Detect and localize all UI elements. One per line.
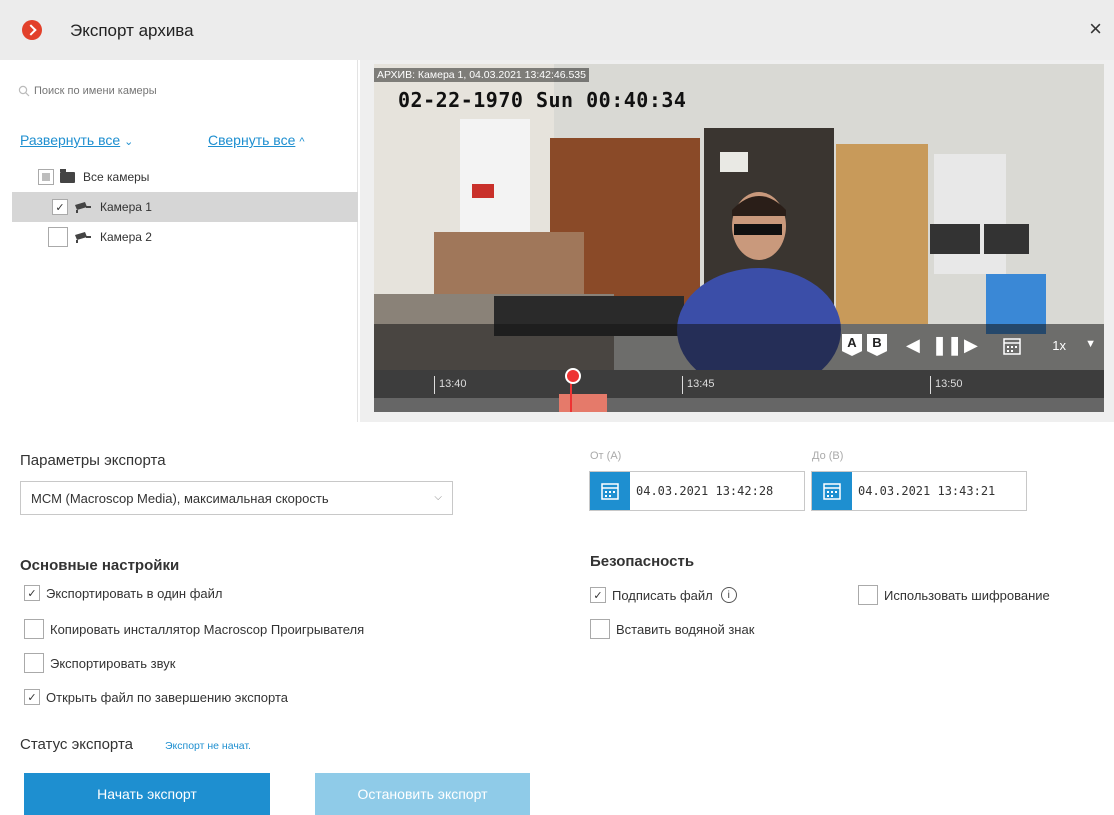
option-label: Вставить водяной знак bbox=[616, 621, 755, 637]
option-sign-file[interactable]: ✓ Подписать файл i bbox=[590, 587, 737, 603]
export-audio-checkbox[interactable] bbox=[24, 653, 44, 673]
option-open-on-finish[interactable]: ✓ Открыть файл по завершению экспорта bbox=[24, 689, 288, 705]
option-export-audio[interactable]: Экспортировать звук bbox=[24, 653, 175, 673]
timeline-tick: 13:40 bbox=[434, 376, 467, 394]
stop-export-button[interactable]: Остановить экспорт bbox=[315, 773, 530, 815]
app-logo-icon bbox=[22, 20, 42, 40]
folder-icon bbox=[60, 168, 75, 183]
chevron-down-icon: ⌵ bbox=[434, 492, 442, 503]
camera-icon bbox=[75, 202, 91, 213]
playback-speed[interactable]: 1x bbox=[1052, 338, 1066, 353]
marker-a-button[interactable]: A bbox=[842, 334, 862, 356]
camera-timestamp-osd: 02-22-1970 Sun 00:40:34 bbox=[398, 88, 687, 112]
all-cameras-checkbox[interactable] bbox=[38, 169, 54, 185]
video-viewport[interactable]: АРХИВ: Камера 1, 04.03.2021 13:42:46.535… bbox=[374, 64, 1104, 412]
option-label: Подписать файл bbox=[612, 587, 713, 603]
expand-all-link[interactable]: Развернуть все ⌄ bbox=[20, 132, 133, 148]
option-encryption[interactable]: Использовать шифрование bbox=[858, 585, 1050, 605]
close-icon[interactable]: × bbox=[1089, 16, 1102, 42]
title-bar: Экспорт архива × bbox=[0, 0, 1114, 60]
option-single-file[interactable]: ✓ Экспортировать в один файл bbox=[24, 585, 222, 601]
tree-item-all-cameras[interactable]: Все камеры bbox=[12, 162, 358, 192]
export-format-select[interactable]: МСМ (Macroscop Media), максимальная скор… bbox=[20, 481, 453, 515]
watermark-checkbox[interactable] bbox=[590, 619, 610, 639]
start-export-button[interactable]: Начать экспорт bbox=[24, 773, 270, 815]
calendar-icon[interactable] bbox=[812, 472, 852, 510]
collapse-all-label: Свернуть все bbox=[208, 132, 296, 148]
copy-installer-checkbox[interactable] bbox=[24, 619, 44, 639]
security-heading: Безопасность bbox=[590, 553, 695, 570]
tree-item-camera-1[interactable]: ✓ Камера 1 bbox=[12, 192, 358, 222]
camera-icon bbox=[75, 232, 91, 243]
from-date-field[interactable]: 04.03.2021 13:42:28 bbox=[589, 471, 805, 511]
expand-all-label: Развернуть все bbox=[20, 132, 121, 148]
step-forward-icon[interactable]: ▶ bbox=[964, 335, 978, 356]
open-on-finish-checkbox[interactable]: ✓ bbox=[24, 689, 40, 705]
single-file-checkbox[interactable]: ✓ bbox=[24, 585, 40, 601]
search-icon bbox=[18, 85, 30, 97]
chevron-down-icon: ⌄ bbox=[124, 136, 134, 148]
timeline-tick: 13:50 bbox=[930, 376, 963, 394]
basic-settings-heading: Основные настройки bbox=[20, 557, 180, 574]
caret-down-icon[interactable]: ▼ bbox=[1085, 338, 1096, 350]
window-title: Экспорт архива bbox=[70, 21, 194, 40]
video-player-panel: АРХИВ: Камера 1, 04.03.2021 13:42:46.535… bbox=[360, 60, 1114, 422]
tree-item-label: Все камеры bbox=[83, 170, 150, 184]
camera-2-checkbox[interactable] bbox=[48, 227, 68, 247]
pause-icon[interactable]: ❚❚ bbox=[932, 335, 962, 356]
option-copy-installer[interactable]: Копировать инсталлятор Macroscop Проигры… bbox=[24, 619, 364, 639]
from-date-value: 04.03.2021 13:42:28 bbox=[636, 484, 774, 498]
sign-file-checkbox[interactable]: ✓ bbox=[590, 587, 606, 603]
option-label: Экспортировать в один файл bbox=[46, 585, 223, 601]
to-date-value: 04.03.2021 13:43:21 bbox=[858, 484, 996, 498]
marker-b-button[interactable]: B bbox=[867, 334, 887, 356]
playhead-handle[interactable] bbox=[565, 368, 581, 412]
calendar-icon[interactable] bbox=[1002, 336, 1022, 356]
export-format-value: МСМ (Macroscop Media), максимальная скор… bbox=[31, 491, 329, 506]
info-icon[interactable]: i bbox=[720, 587, 737, 603]
tree-item-camera-2[interactable]: Камера 2 bbox=[12, 222, 358, 252]
playback-controls: A B ◀ ❚❚ ▶ 1x ▼ bbox=[374, 324, 1104, 370]
step-back-icon[interactable]: ◀ bbox=[906, 335, 920, 356]
export-params-heading: Параметры экспорта bbox=[20, 452, 166, 469]
tree-item-label: Камера 2 bbox=[100, 230, 152, 244]
option-label: Экспортировать звук bbox=[50, 655, 176, 671]
option-watermark[interactable]: Вставить водяной знак bbox=[590, 619, 754, 639]
archive-osd-label: АРХИВ: Камера 1, 04.03.2021 13:42:46.535 bbox=[374, 68, 589, 82]
to-label: До (B) bbox=[812, 450, 844, 462]
to-date-field[interactable]: 04.03.2021 13:43:21 bbox=[811, 471, 1027, 511]
export-range-selection[interactable] bbox=[559, 394, 607, 412]
chevron-up-icon: ^ bbox=[299, 136, 305, 148]
option-label: Копировать инсталлятор Macroscop Проигры… bbox=[50, 621, 365, 637]
calendar-icon[interactable] bbox=[590, 472, 630, 510]
search-input[interactable] bbox=[34, 85, 314, 97]
timeline-track bbox=[374, 398, 1104, 412]
encryption-checkbox[interactable] bbox=[858, 585, 878, 605]
timeline[interactable]: 13:40 13:45 13:50 bbox=[374, 368, 1104, 412]
from-label: От (A) bbox=[590, 450, 622, 462]
timeline-tick: 13:45 bbox=[682, 376, 715, 394]
search-box[interactable] bbox=[18, 80, 338, 102]
camera-1-checkbox[interactable]: ✓ bbox=[52, 199, 68, 215]
collapse-all-link[interactable]: Свернуть все ^ bbox=[208, 132, 305, 148]
export-status-label: Статус экспорта bbox=[20, 736, 133, 753]
tree-item-label: Камера 1 bbox=[100, 200, 152, 214]
export-status-value: Экспорт не начат. bbox=[165, 740, 251, 752]
tree-expand-controls: Развернуть все ⌄ Свернуть все ^ bbox=[20, 132, 350, 152]
option-label: Открыть файл по завершению экспорта bbox=[46, 689, 289, 705]
option-label: Использовать шифрование bbox=[884, 587, 1050, 603]
camera-tree-panel: Развернуть все⌄ Свернуть все^ Все камеры… bbox=[0, 60, 358, 422]
